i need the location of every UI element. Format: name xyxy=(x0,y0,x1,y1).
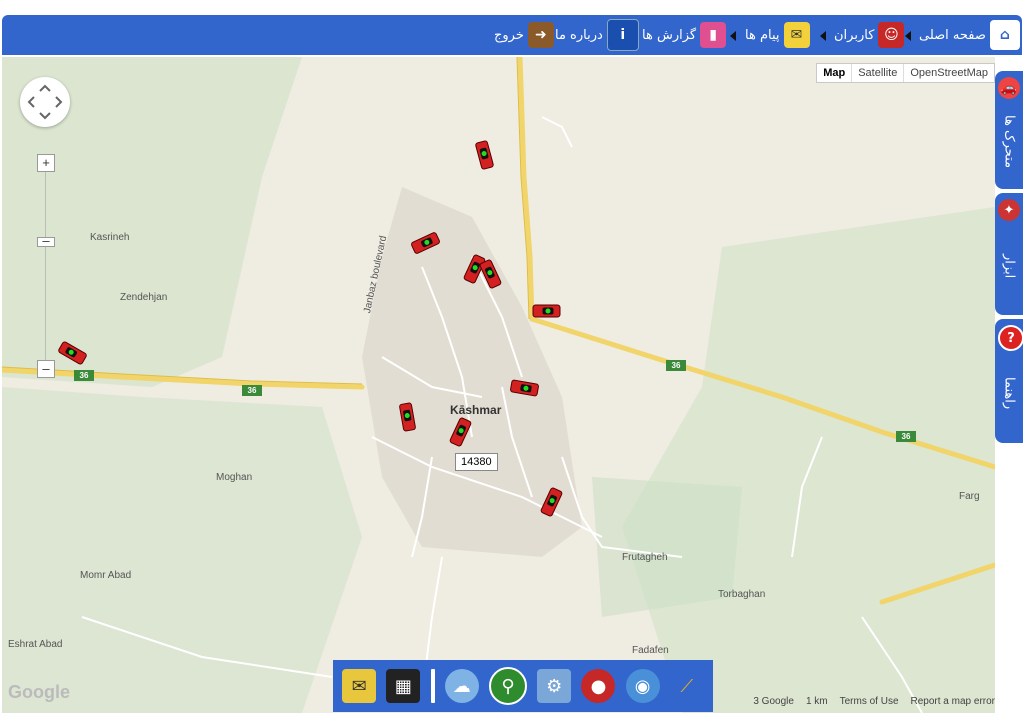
nav-exit[interactable]: ➜ خروج xyxy=(494,15,554,55)
place-label: Farg xyxy=(959,491,980,502)
nav-reports[interactable]: ▮ گزارش ها xyxy=(642,15,727,55)
help-question-icon: ? xyxy=(998,325,1024,351)
separator-arrow-icon xyxy=(730,31,736,41)
pan-control[interactable] xyxy=(20,77,70,127)
tab-help[interactable]: ? راهنما xyxy=(995,319,1024,443)
tab-vehicles[interactable]: 🚗 متحرک ها xyxy=(995,71,1023,189)
map-scale: 1 km xyxy=(805,696,828,707)
message-envelope-icon: ✉ xyxy=(783,22,810,48)
weather-icon[interactable]: ☁ xyxy=(444,669,479,703)
highway-shield: 36 xyxy=(242,385,262,396)
city-label-kashmar: Kāshmar xyxy=(450,403,502,417)
google-logo: Google xyxy=(8,682,70,702)
nav-about[interactable]: i درباره ما xyxy=(555,15,639,55)
vehicle-marker-car-icon[interactable] xyxy=(532,304,561,318)
map-type-openstreetmap[interactable]: OpenStreetMap xyxy=(903,64,994,82)
tab-vehicles-label: متحرک ها xyxy=(1001,115,1017,169)
map-background xyxy=(2,57,995,713)
separator-arrow-icon xyxy=(820,31,826,41)
place-label: Kasrineh xyxy=(90,232,130,243)
globe-icon[interactable]: ◉ xyxy=(625,669,660,703)
zoom-out-button[interactable]: – xyxy=(37,360,55,378)
place-label: Frutagheh xyxy=(622,552,668,563)
toolbar-divider xyxy=(430,669,435,703)
place-label: Zendehjan xyxy=(120,292,168,303)
place-label: Torbaghan xyxy=(718,589,766,600)
terms-link[interactable]: Terms of Use xyxy=(840,696,899,707)
highway-shield: 36 xyxy=(74,370,94,381)
info-icon: i xyxy=(606,19,639,51)
separator-arrow-icon xyxy=(905,31,911,41)
nav-messages[interactable]: ✉ پیام ها xyxy=(745,15,810,55)
bicycle-icon[interactable]: ⚲ xyxy=(488,667,527,705)
tab-help-label: راهنما xyxy=(1001,376,1017,410)
nav-messages-label: پیام ها xyxy=(745,27,780,43)
vehicle-tooltip: 14380 xyxy=(455,453,498,471)
nav-reports-label: گزارش ها xyxy=(642,27,697,43)
map-type-selector: Map Satellite OpenStreetMap xyxy=(816,63,995,83)
highway-shield: 36 xyxy=(666,360,686,371)
zoom-in-button[interactable]: + xyxy=(37,154,55,172)
tab-tools[interactable]: ✦ ابزار xyxy=(995,193,1023,315)
map-view[interactable]: Map Satellite OpenStreetMap + – – Kasrin… xyxy=(2,57,995,713)
exit-door-icon: ➜ xyxy=(527,22,554,48)
car-icon: 🚗 xyxy=(998,77,1020,99)
red-button-icon[interactable]: ● xyxy=(581,669,616,703)
nav-home-label: صفحه اصلی xyxy=(919,27,986,43)
gear-tools-icon[interactable]: ⚙ xyxy=(537,669,572,703)
place-label: Fadafen xyxy=(632,645,669,656)
users-icon: ☺ xyxy=(878,22,905,48)
envelope-icon[interactable]: ✉ xyxy=(342,669,377,703)
tab-tools-label: ابزار xyxy=(1001,253,1017,279)
nav-about-label: درباره ما xyxy=(555,27,603,43)
zoom-slider-handle[interactable]: – xyxy=(37,234,55,247)
place-label: Moghan xyxy=(216,472,253,483)
reports-books-icon: ▮ xyxy=(700,22,727,48)
map-attribution: 3 Google 1 km Terms of Use Report a map … xyxy=(753,696,995,707)
nav-users-label: کاربران xyxy=(834,27,875,43)
nav-users[interactable]: ☺ کاربران xyxy=(834,15,905,55)
place-label: Momr Abad xyxy=(80,570,132,581)
top-navigation-bar: ⌂ صفحه اصلی ☺ کاربران ✉ پیام ها ▮ گزارش … xyxy=(2,15,1022,55)
side-tabs: 🚗 متحرک ها ✦ ابزار ? راهنما xyxy=(995,57,1024,713)
bottom-toolbar: ✉ ▦ ☁ ⚲ ⚙ ● ◉ ⟋ xyxy=(333,660,713,712)
highway-shield: 36 xyxy=(896,431,916,442)
map-type-map[interactable]: Map xyxy=(817,64,851,82)
nav-exit-label: خروج xyxy=(494,27,524,43)
tools-icon: ✦ xyxy=(998,199,1020,221)
zoom-slider-track[interactable] xyxy=(45,169,46,369)
map-type-satellite[interactable]: Satellite xyxy=(851,64,903,82)
map-data-credit: 3 Google xyxy=(753,696,794,707)
clapperboard-icon[interactable]: ▦ xyxy=(386,669,421,703)
home-icon: ⌂ xyxy=(989,20,1020,50)
broom-icon[interactable]: ⟋ xyxy=(670,669,704,703)
nav-home[interactable]: ⌂ صفحه اصلی xyxy=(919,15,1020,55)
pan-arrows-icon xyxy=(27,84,63,120)
report-error-link[interactable]: Report a map error xyxy=(911,696,995,707)
place-label: Eshrat Abad xyxy=(8,639,63,650)
